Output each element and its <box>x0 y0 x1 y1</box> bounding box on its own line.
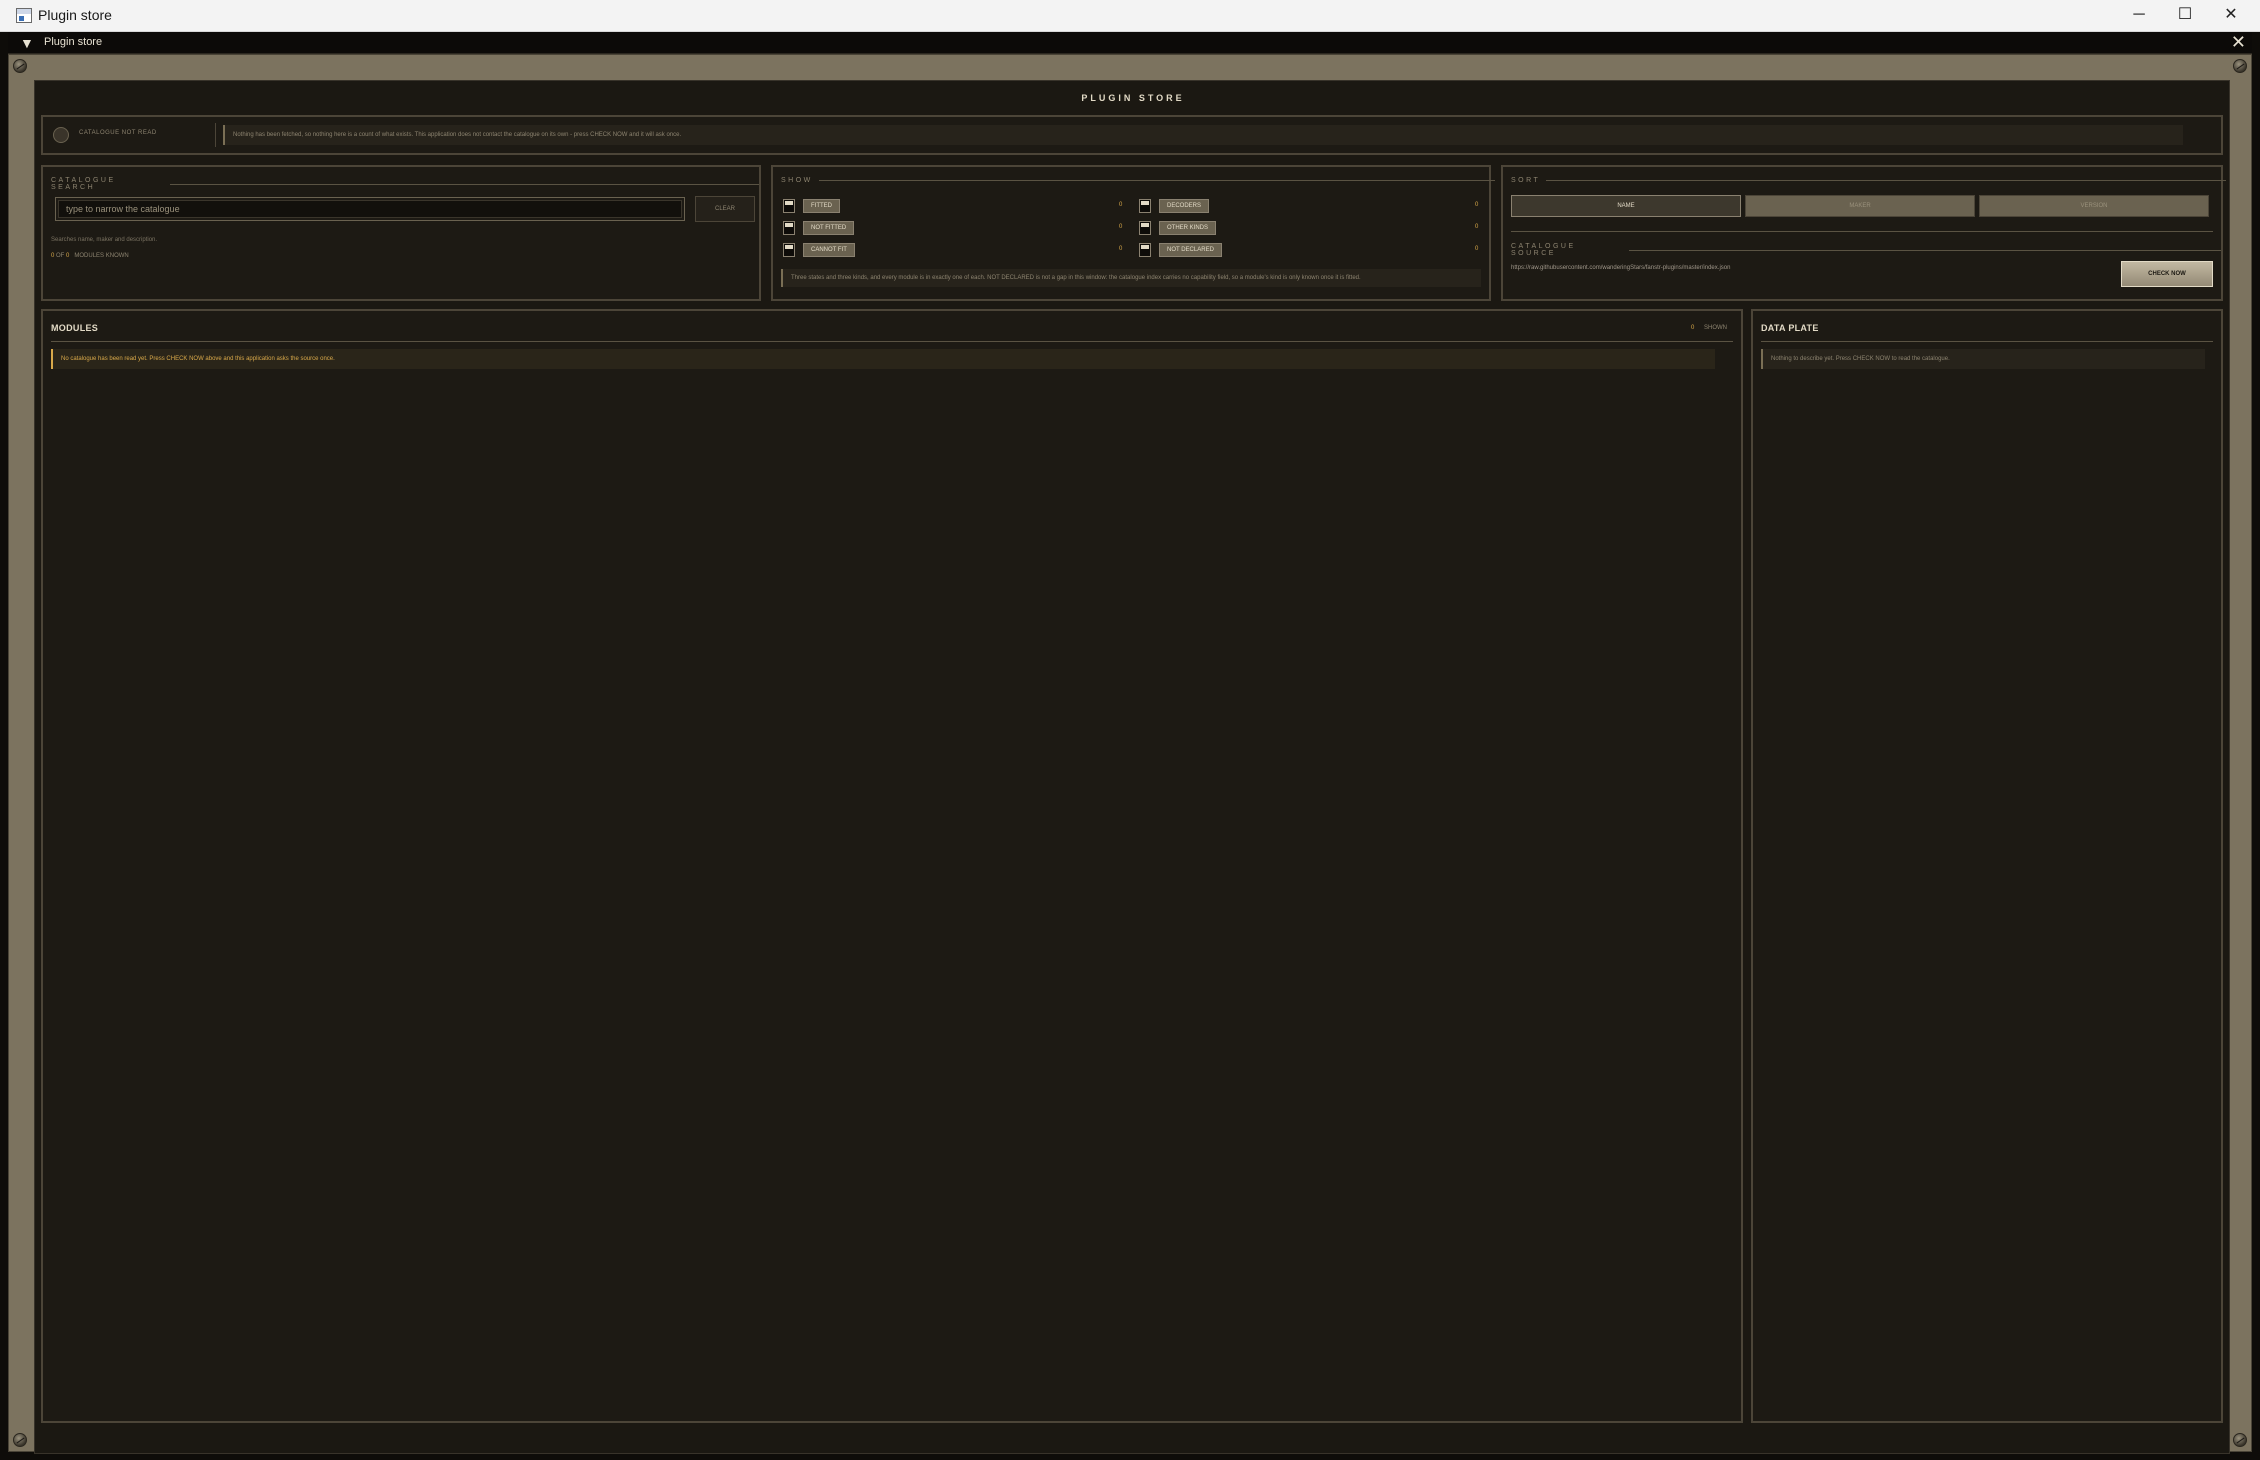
sort-name-button[interactable]: NAME <box>1511 195 1741 217</box>
section-heading: SHOW <box>781 177 1495 184</box>
known-count: 0 <box>66 253 70 259</box>
window-menu-icon[interactable]: ▼ <box>20 35 34 51</box>
screw-icon <box>13 1433 27 1447</box>
filter-not-fitted-checkbox[interactable] <box>783 221 795 235</box>
filter-fitted-checkbox[interactable] <box>783 199 795 213</box>
plugin-store-panel: PLUGIN STORE CATALOGUE NOT READ Nothing … <box>34 80 2230 1454</box>
filter-other-kinds-label[interactable]: OTHER KINDS <box>1159 221 1217 235</box>
filter-cannot-fit-label[interactable]: CANNOT FIT <box>803 243 855 257</box>
divider <box>215 123 216 147</box>
catalogue-source-heading: CATALOGUE SOURCE <box>1511 243 1576 257</box>
modules-known-count: 0 OF 0 MODULES KNOWN <box>51 253 129 259</box>
os-close-icon[interactable]: ✕ <box>2208 0 2254 32</box>
data-plate-empty-message: Nothing to describe yet. Press CHECK NOW… <box>1761 349 2205 369</box>
filter-decoders-checkbox[interactable] <box>1139 199 1151 213</box>
modules-section: MODULES 0 SHOWN No catalogue has been re… <box>41 309 1743 1423</box>
filter-decoders-label[interactable]: DECODERS <box>1159 199 1210 213</box>
status-strip: CATALOGUE NOT READ Nothing has been fetc… <box>41 115 2223 155</box>
window-title: Plugin store <box>44 36 103 48</box>
status-message: Nothing has been fetched, so nothing her… <box>223 125 2183 145</box>
section-heading: CATALOGUE SEARCH <box>51 177 759 191</box>
os-title-bar: Plugin store ─ ☐ ✕ <box>0 0 2260 32</box>
section-heading: CATALOGUE SOURCE <box>1511 243 2221 257</box>
window-header: ▼ Plugin store ✕ <box>8 32 2252 54</box>
divider <box>1546 180 2227 181</box>
sort-section: SORT NAME MAKER VERSION CATALOGUE SOURCE… <box>1501 165 2227 301</box>
modules-heading: MODULES <box>51 323 99 333</box>
catalogue-search-heading: CATALOGUE SEARCH <box>51 177 116 191</box>
divider <box>51 341 1733 342</box>
divider <box>1511 231 2213 232</box>
show-heading: SHOW <box>781 177 813 184</box>
modules-empty-message: No catalogue has been read yet. Press CH… <box>51 349 1715 369</box>
sort-heading: SORT <box>1511 177 1541 184</box>
minimize-icon[interactable]: ─ <box>2116 0 2162 32</box>
filter-other-kinds-count: 0 <box>1475 224 1479 230</box>
shown-label: SHOWN <box>1704 325 1728 331</box>
filter-not-declared-checkbox[interactable] <box>1139 243 1151 257</box>
sort-version-button[interactable]: VERSION <box>1979 195 2209 217</box>
filter-cannot-fit-count: 0 <box>1119 246 1123 252</box>
check-now-button[interactable]: CHECK NOW <box>2121 261 2213 287</box>
show-filters-section: SHOW FITTED 0 NOT FITTED 0 CANNOT FIT 0 … <box>771 165 1495 301</box>
status-led-icon <box>53 127 69 143</box>
shown-count: 0 <box>1691 325 1695 331</box>
data-plate-section: DATA PLATE Nothing to describe yet. Pres… <box>1751 309 2223 1423</box>
sort-maker-button[interactable]: MAKER <box>1745 195 1975 217</box>
filter-not-fitted-label[interactable]: NOT FITTED <box>803 221 855 235</box>
known-label: MODULES KNOWN <box>74 253 129 259</box>
divider <box>818 180 1495 181</box>
maximize-icon[interactable]: ☐ <box>2162 0 2208 32</box>
filters-note: Three states and three kinds, and every … <box>781 269 1481 287</box>
modules-shown-count: 0 SHOWN <box>1691 325 1727 331</box>
page-title: PLUGIN STORE <box>1081 93 1185 103</box>
screw-icon <box>13 59 27 73</box>
search-hint: Searches name, maker and description. <box>51 237 158 243</box>
clear-button[interactable]: CLEAR <box>695 196 755 222</box>
screw-icon <box>2233 1433 2247 1447</box>
window-close-icon[interactable]: ✕ <box>2231 32 2246 53</box>
catalogue-search-section: CATALOGUE SEARCH CLEAR Searches name, ma… <box>41 165 761 301</box>
filter-not-declared-label[interactable]: NOT DECLARED <box>1159 243 1222 257</box>
divider <box>1629 249 2221 251</box>
status-label: CATALOGUE NOT READ <box>79 130 157 136</box>
section-heading: SORT <box>1511 177 2227 184</box>
app-window-icon <box>16 8 32 23</box>
search-input[interactable] <box>55 197 685 221</box>
divider <box>170 183 759 185</box>
divider <box>1761 341 2213 342</box>
filter-decoders-count: 0 <box>1475 202 1479 208</box>
os-window-title: Plugin store <box>38 7 112 23</box>
filter-cannot-fit-checkbox[interactable] <box>783 243 795 257</box>
data-plate-heading: DATA PLATE <box>1761 323 1819 333</box>
catalogue-source-url: https://raw.githubusercontent.com/wander… <box>1511 265 1731 271</box>
filter-not-declared-count: 0 <box>1475 246 1479 252</box>
filter-not-fitted-count: 0 <box>1119 224 1123 230</box>
screw-icon <box>2233 59 2247 73</box>
filter-fitted-label[interactable]: FITTED <box>803 199 840 213</box>
filter-fitted-count: 0 <box>1119 202 1123 208</box>
of-label: OF <box>56 253 65 259</box>
shown-count: 0 <box>51 253 55 259</box>
filter-other-kinds-checkbox[interactable] <box>1139 221 1151 235</box>
